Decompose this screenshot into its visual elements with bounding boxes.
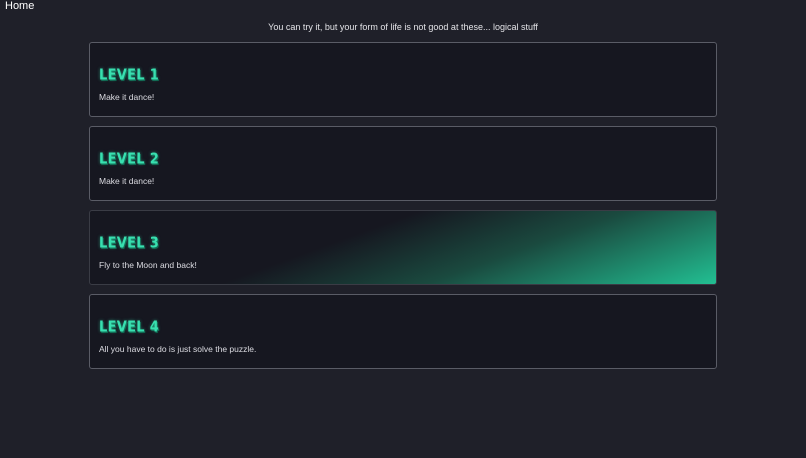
level-title: Level 1 <box>99 67 160 85</box>
level-description: Make it dance! <box>99 92 155 102</box>
level-list: Level 1 Make it dance! Level 2 Make it d… <box>89 42 717 378</box>
level-card-2[interactable]: Level 2 Make it dance! <box>89 126 717 201</box>
level-card-1[interactable]: Level 1 Make it dance! <box>89 42 717 117</box>
page-tagline: You can try it, but your form of life is… <box>268 22 538 32</box>
level-description: Fly to the Moon and back! <box>99 260 197 270</box>
level-card-4[interactable]: Level 4 All you have to do is just solve… <box>89 294 717 369</box>
level-card-3[interactable]: Level 3 Fly to the Moon and back! <box>89 210 717 285</box>
home-link[interactable]: Home <box>5 0 34 12</box>
level-title: Level 3 <box>99 235 160 253</box>
level-description: All you have to do is just solve the puz… <box>99 344 257 354</box>
level-description: Make it dance! <box>99 176 155 186</box>
level-title: Level 2 <box>99 151 160 169</box>
level-title: Level 4 <box>99 319 160 337</box>
